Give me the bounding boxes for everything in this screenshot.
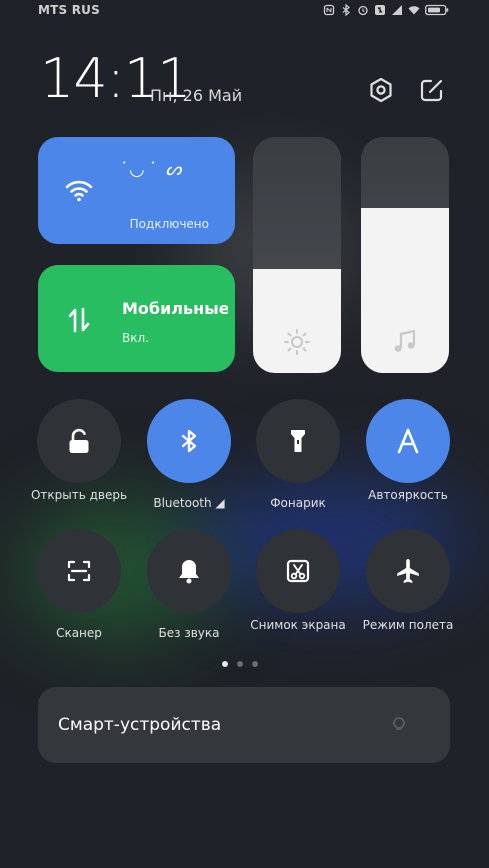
music-note-icon [390,327,420,357]
lock-open-icon [69,428,89,453]
flashlight-label: Фонарик [270,496,326,510]
nfc-icon [323,4,335,16]
edit-button[interactable] [418,76,446,104]
scanner-icon [67,560,91,582]
page-dot-2[interactable] [237,661,243,667]
smart-device-bulb-icon [390,715,408,733]
wifi-network-name: ˙◡˙ ᔕ [118,159,184,180]
page-dot-3[interactable] [252,661,258,667]
open-door-button[interactable] [37,399,121,483]
alarm-icon [357,4,369,16]
scanner-label: Сканер [56,626,102,640]
auto-brightness-button[interactable] [366,399,450,483]
edit-icon [420,79,443,102]
brightness-slider[interactable] [253,137,341,373]
status-bar: MTS RUS [0,0,489,22]
mobile-data-tile[interactable]: Мобильные Вкл. [38,265,235,372]
bluetooth-label: Bluetooth ◢ [153,496,225,510]
silent-icon [374,4,386,16]
auto-brightness-label: Автояркость [368,488,448,502]
flashlight-icon [291,430,305,452]
bell-icon [179,560,199,584]
smart-devices-label: Смарт-устройства [58,715,222,735]
settings-icon [370,77,392,103]
wifi-status-label: Подключено [129,217,209,231]
wifi-icon [64,175,94,205]
mobile-data-status: Вкл. [122,331,149,345]
screenshot-label: Снимок экрана [250,618,346,632]
screenshot-button[interactable] [256,529,340,613]
settings-button[interactable] [367,76,395,104]
silent-mode-label: Без звука [158,626,220,640]
battery-icon [425,4,449,16]
bluetooth-icon [181,429,197,453]
bluetooth-icon [340,4,352,16]
silent-mode-button[interactable] [147,529,231,613]
mobile-data-title: Мобильные [122,299,228,318]
brightness-slider-fill [253,269,341,373]
bluetooth-button[interactable] [147,399,231,483]
smart-devices-card[interactable]: Смарт-устройства [38,687,450,763]
screenshot-icon [286,559,310,583]
airplane-mode-button[interactable] [366,529,450,613]
page-indicator [222,661,258,667]
page-dot-1[interactable] [222,661,228,667]
airplane-icon [397,559,419,583]
scanner-button[interactable] [37,529,121,613]
flashlight-button[interactable] [256,399,340,483]
airplane-mode-label: Режим полета [362,618,454,632]
carrier-label: MTS RUS [38,3,100,17]
open-door-label: Открыть дверь [30,488,128,502]
wifi-status-icon [408,4,420,16]
auto-brightness-icon [397,428,419,454]
volume-slider[interactable] [361,137,449,373]
status-icons [323,4,449,16]
date-label: Пн, 26 Май [150,86,243,105]
brightness-icon [282,327,312,357]
wifi-tile[interactable]: ˙◡˙ ᔕ Подключено [38,137,235,244]
signal-icon [391,4,403,16]
mobile-data-icon [64,305,94,335]
